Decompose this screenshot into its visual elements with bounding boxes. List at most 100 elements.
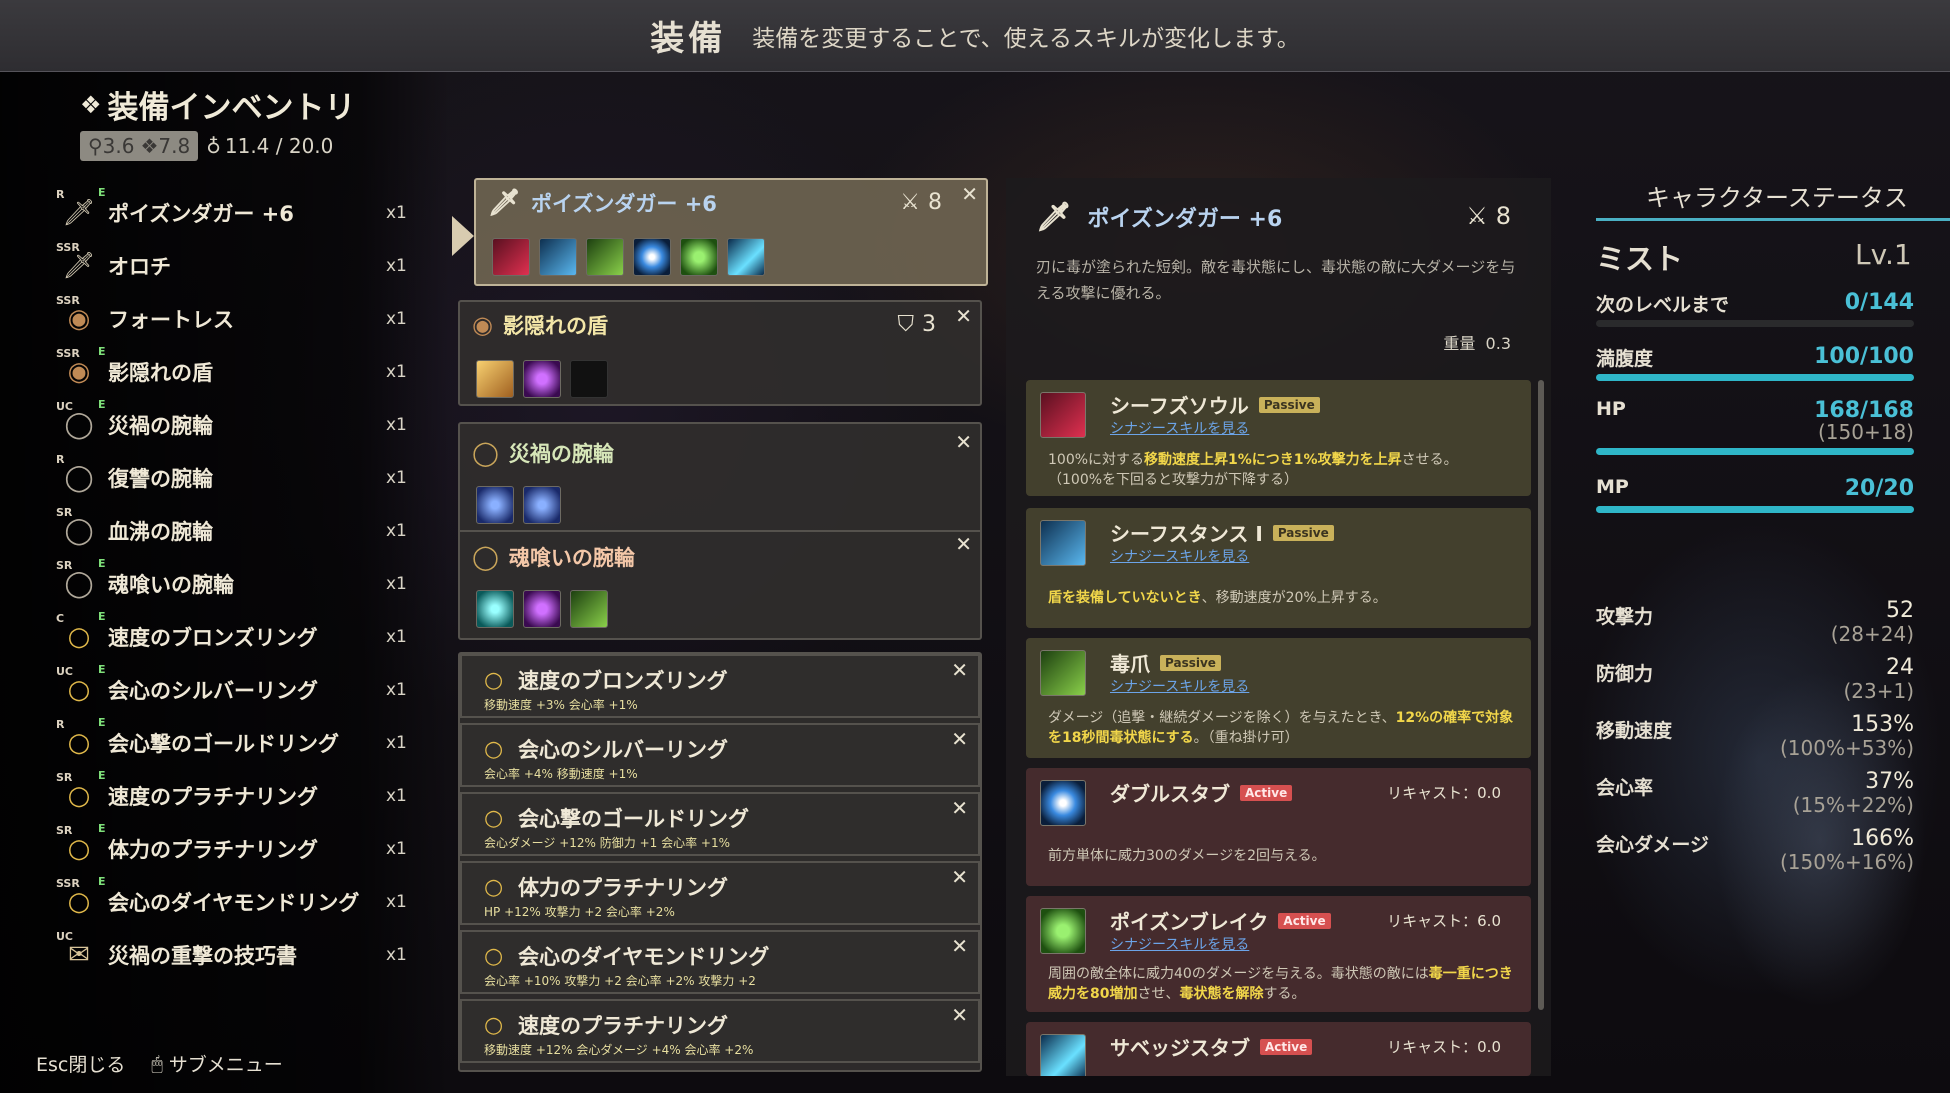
poison-break-skill-icon[interactable] (680, 238, 718, 276)
ring-icon: ○ (484, 875, 504, 900)
weapon-slot[interactable]: 🗡 ポイズンダガー +6 ⚔ 8 ✕ (474, 178, 988, 286)
character-level: Lv.1 (1855, 238, 1912, 271)
skill-card-poison-claw[interactable]: 毒爪 Passive シナジースキルを見る ダメージ（追撃・継続ダメージを除く）を… (1026, 638, 1531, 758)
inventory-item[interactable]: UC E ○ 会心のシルバーリング x1 (50, 663, 420, 716)
ring-icon: ○ (67, 621, 91, 652)
item-quantity: x1 (386, 679, 407, 700)
rarity-badge: UC (56, 400, 74, 413)
skill-card-double-stab[interactable]: ダブルスタブ Active リキャスト：0.0 前方単体に威力30のダメージを2回… (1026, 768, 1531, 886)
skill-highlight: 盾を装備していないとき (1048, 590, 1202, 606)
close-icon[interactable]: ✕ (951, 727, 968, 751)
ring-slot-name: 会心のダイヤモンドリング (518, 945, 770, 969)
ring-icon: ○ (484, 668, 504, 693)
inventory-item[interactable]: UC ✉ 災禍の重撃の技巧書 x1 (50, 928, 420, 981)
skill-card-poison-break[interactable]: ポイズンブレイク Active シナジースキルを見る リキャスト：6.0 周囲の敵… (1026, 896, 1531, 1012)
close-icon[interactable]: ✕ (961, 182, 978, 206)
poison-claw-skill-icon (1040, 650, 1086, 696)
synergy-link[interactable]: シナジースキルを見る (1110, 418, 1249, 438)
inventory-title-text: 装備インベントリ (107, 90, 356, 126)
item-quantity: x1 (386, 414, 407, 435)
inventory-item[interactable]: SR E ◯ 魂喰いの腕輪 x1 (50, 557, 420, 610)
close-icon[interactable]: ✕ (955, 430, 972, 454)
item-quantity: x1 (386, 944, 407, 965)
mp-bar (1596, 506, 1914, 513)
ring-slot[interactable]: ○ 体力のプラチナリング HP +12% 攻撃力 +2 会心率 +2% ✕ (460, 861, 980, 925)
skill-card-thief-stance[interactable]: シーフスタンス Ⅰ Passive シナジースキルを見る 盾を装備していないとき、… (1026, 508, 1531, 628)
character-name: ミスト (1596, 242, 1684, 276)
skill-card-savage-stab[interactable]: サベッジスタブ Active リキャスト：0.0 (1026, 1022, 1531, 1076)
defense-stat-value: 7.8 (158, 134, 191, 158)
submenu-hint[interactable]: 🖱 サブメニュー (151, 1050, 282, 1077)
detail-scrollbar[interactable] (1538, 380, 1544, 1010)
item-name: 速度のブロンズリング (108, 625, 318, 650)
item-name: 魂喰いの腕輪 (108, 572, 234, 597)
inventory-item[interactable]: SSR ◉ フォートレス x1 (50, 292, 420, 345)
inventory-item[interactable]: SSR E ◉ 影隠れの盾 x1 (50, 345, 420, 398)
combat-stat-row: 攻撃力 52 (28+24) (1596, 598, 1914, 650)
mp-fill (1596, 506, 1914, 513)
close-icon[interactable]: ✕ (951, 796, 968, 820)
ring-slot-modifiers: HP +12% 攻撃力 +2 会心率 +2% (484, 905, 675, 919)
thief-soul-skill-icon[interactable] (492, 238, 530, 276)
ring-slot[interactable]: ○ 速度のプラチナリング 移動速度 +12% 会心ダメージ +4% 会心率 +2% ✕ (460, 999, 980, 1063)
calamity-skill-icon-2[interactable] (523, 486, 561, 524)
inventory-item[interactable]: R E ○ 会心撃のゴールドリング x1 (50, 716, 420, 769)
inventory-item[interactable]: C E ○ 速度のブロンズリング x1 (50, 610, 420, 663)
inventory-item[interactable]: SR ◯ 血沸の腕輪 x1 (50, 504, 420, 557)
bracelet-2-skill-icons (476, 590, 608, 628)
inventory-item[interactable]: SR E ○ 速度のプラチナリング x1 (50, 769, 420, 822)
item-quantity: x1 (386, 785, 407, 806)
ring-slot[interactable]: ○ 速度のブロンズリング 移動速度 +3% 会心率 +1% ✕ (460, 654, 980, 718)
skill-card-thief-soul[interactable]: シーフズソウル Passive シナジースキルを見る 100%に対する移動速度上昇… (1026, 380, 1531, 496)
ring-icon: ○ (484, 1013, 504, 1038)
skill-highlight: 毒状態を解除 (1179, 986, 1264, 1002)
skill-text: する。 (1263, 986, 1306, 1002)
combat-stat-value: 153% (1851, 712, 1914, 737)
ring-slot[interactable]: ○ 会心のシルバーリング 会心率 +4% 移動速度 +1% ✕ (460, 723, 980, 787)
inventory-item[interactable]: SR E ○ 体力のプラチナリング x1 (50, 822, 420, 875)
close-icon[interactable]: ✕ (951, 934, 968, 958)
poison-claw-skill-icon[interactable] (570, 590, 608, 628)
close-icon[interactable]: ✕ (951, 865, 968, 889)
inventory-item[interactable]: R E 🗡 ポイズンダガー +6 x1 (50, 186, 420, 239)
ring-slot[interactable]: ○ 会心撃のゴールドリング 会心ダメージ +12% 防御力 +1 会心率 +1% ✕ (460, 792, 980, 856)
close-icon[interactable]: ✕ (955, 532, 972, 556)
double-stab-skill-icon[interactable] (633, 238, 671, 276)
poison-claw-skill-icon[interactable] (586, 238, 624, 276)
synergy-link[interactable]: シナジースキルを見る (1110, 934, 1249, 954)
combat-stat-row: 移動速度 153% (100%+53%) (1596, 712, 1914, 764)
bracelet-slot-1[interactable]: ◯ 災禍の腕輪 ✕ (460, 424, 980, 528)
inventory-item[interactable]: UC E ◯ 災禍の腕輪 x1 (50, 398, 420, 451)
rarity-badge: SR (56, 824, 73, 837)
skill-name-row: 毒爪 Passive (1110, 648, 1221, 677)
bracelet-1-skill-icons (476, 486, 561, 524)
shield-slot[interactable]: ◉ 影隠れの盾 ⛉ 3 ✕ (458, 300, 982, 406)
dagger-icon: 🗡 (488, 188, 522, 218)
synergy-link[interactable]: シナジースキルを見る (1110, 546, 1249, 566)
calamity-skill-icon[interactable] (476, 486, 514, 524)
wing-skill-icon[interactable] (476, 360, 514, 398)
inventory-item[interactable]: SSR E ○ 会心のダイヤモンドリング x1 (50, 875, 420, 928)
soul-orb-skill-icon[interactable] (476, 590, 514, 628)
inventory-item[interactable]: R ◯ 復讐の腕輪 x1 (50, 451, 420, 504)
synergy-link[interactable]: シナジースキルを見る (1110, 676, 1249, 696)
equipped-badge: E (98, 557, 106, 570)
shadow-skill-icon[interactable] (523, 360, 561, 398)
close-hint[interactable]: Esc閉じる (36, 1050, 125, 1077)
close-icon[interactable]: ✕ (951, 658, 968, 682)
savage-stab-skill-icon[interactable] (727, 238, 765, 276)
ring-icon: ○ (67, 727, 91, 758)
shadow-skill-icon[interactable] (523, 590, 561, 628)
ring-slot[interactable]: ○ 会心のダイヤモンドリング 会心率 +10% 攻撃力 +2 会心率 +2% 攻撃力… (460, 930, 980, 994)
item-name: 影隠れの盾 (108, 360, 213, 385)
close-icon[interactable]: ✕ (955, 304, 972, 328)
skill-text: 。（重ね掛け可） (1193, 730, 1299, 746)
close-icon[interactable]: ✕ (951, 1003, 968, 1027)
item-quantity: x1 (386, 202, 407, 223)
hunger-fill (1596, 374, 1914, 381)
rarity-badge: SR (56, 506, 73, 519)
thief-stance-skill-icon[interactable] (539, 238, 577, 276)
weapon-attack: ⚔ 8 (900, 190, 942, 215)
inventory-item[interactable]: SSR 🗡 オロチ x1 (50, 239, 420, 292)
bracelet-slot-2[interactable]: ◯ 魂喰いの腕輪 ✕ (460, 532, 980, 638)
